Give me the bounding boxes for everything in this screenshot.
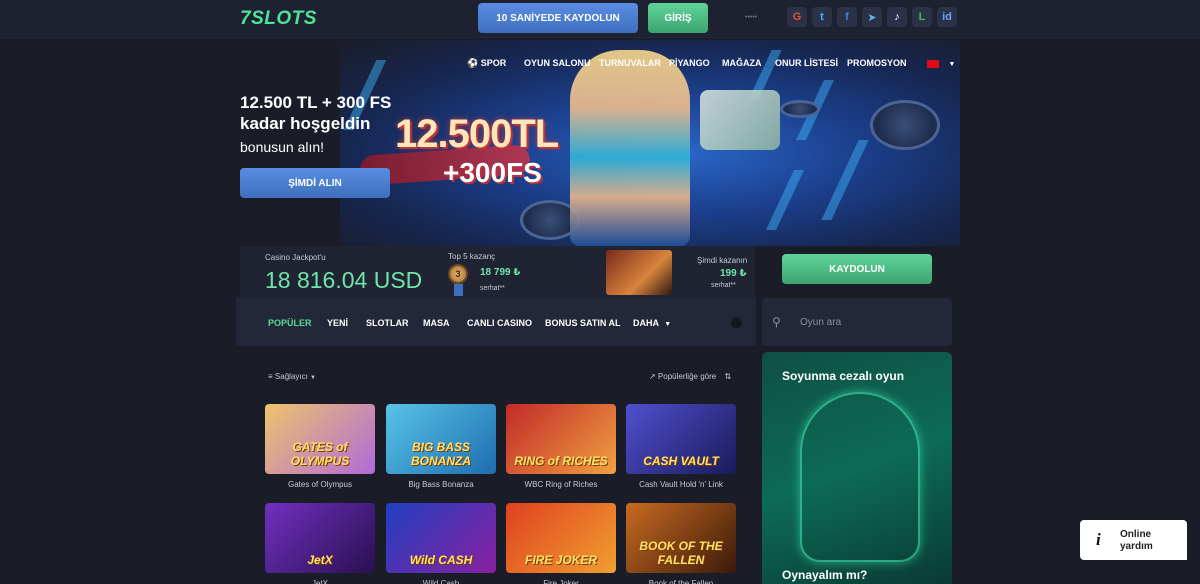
top5-amount: 18 799 ₺ — [480, 267, 521, 278]
top5-user: serhat** — [480, 285, 505, 292]
nav-item-piyango[interactable]: PİYANGO — [669, 58, 710, 68]
tab-populer[interactable]: POPÜLER — [268, 318, 312, 328]
telegram-icon[interactable]: ➤ — [862, 7, 882, 27]
chevron-down-icon: ▼ — [948, 61, 956, 68]
search-icon: ⚲ — [772, 315, 781, 329]
neon-figure-illustration — [800, 392, 920, 562]
login-button[interactable]: GİRİŞ — [648, 3, 708, 33]
yandex-icon[interactable]: id — [937, 7, 957, 27]
game-tile-logo: Wild CASH — [409, 553, 473, 567]
line-icon[interactable]: L — [912, 7, 932, 27]
game-tile[interactable]: JetX — [265, 503, 375, 573]
chevron-down-icon: ▼ — [310, 375, 316, 381]
list-icon: ≡ — [268, 372, 273, 381]
trend-icon: ↗ — [649, 372, 656, 381]
game-tile[interactable]: RING of RICHES — [506, 404, 616, 474]
turkey-flag-icon — [927, 59, 939, 68]
bronze-medal-icon: 3 — [448, 264, 468, 284]
tab-daha[interactable]: DAHA ▼ — [633, 318, 671, 328]
sort-filter[interactable]: ↗ Popülerliğe göre ⇅ — [649, 372, 731, 381]
game-tile-logo: RING of RICHES — [514, 454, 608, 468]
tiktok-icon[interactable]: ♪ — [887, 7, 907, 27]
soccer-ball-icon: ⚽ — [467, 58, 479, 68]
win-now-label: Şimdi kazanın — [697, 256, 748, 265]
register-button[interactable]: 10 SANİYEDE KAYDOLUN — [478, 3, 638, 33]
chevron-down-icon: ▼ — [664, 321, 672, 328]
nav-item-onur-listesi[interactable]: ONUR LİSTESİ — [775, 58, 838, 68]
sort-arrows-icon: ⇅ — [724, 372, 732, 381]
game-name[interactable]: Cash Vault Hold 'n' Link — [626, 480, 736, 489]
game-name[interactable]: WBC Ring of Riches — [506, 480, 616, 489]
tab-slotlar[interactable]: SLOTLAR — [366, 318, 409, 328]
tab-canli-casino[interactable]: CANLI CASINO — [467, 318, 532, 328]
game-tile-logo: FIRE JOKER — [524, 553, 597, 567]
hero-title: 12.500 TL + 300 FS kadar hoşgeldin — [240, 93, 392, 133]
game-tile-logo: BOOK OF THE FALLEN — [639, 539, 723, 567]
info-icon: i — [1096, 530, 1101, 549]
game-tile-logo: GATES of OLYMPUS — [290, 440, 350, 468]
language-dots: ••••• — [745, 14, 758, 21]
hero-subtitle: bonusun alın! — [240, 139, 325, 155]
game-name[interactable]: Fire Joker — [506, 579, 616, 584]
win-now-user: serhat** — [711, 282, 736, 289]
money-stack-icon — [700, 90, 780, 150]
register-side-button[interactable]: KAYDOLUN — [782, 254, 932, 284]
win-now-amount: 199 ₺ — [720, 268, 747, 279]
game-tile[interactable]: BOOK OF THE FALLEN — [626, 503, 736, 573]
game-name[interactable]: Book of the Fallen — [626, 579, 736, 584]
game-tile[interactable]: CASH VAULT — [626, 404, 736, 474]
jackpot-value: 18 816.04 USD — [265, 267, 423, 293]
toggle-dot[interactable] — [731, 317, 742, 328]
promo-title: Soyunma cezalı oyun — [782, 369, 905, 383]
top5-label: Top 5 kazanç — [448, 252, 496, 261]
banner-freespins: +300FS — [443, 157, 542, 188]
tab-masa[interactable]: MASA — [423, 318, 450, 328]
game-name[interactable]: Wild Cash — [386, 579, 496, 584]
nav-item-spor[interactable]: ⚽ SPOR — [467, 58, 506, 69]
twitter-icon[interactable]: t — [812, 7, 832, 27]
medal-ribbon — [454, 284, 463, 296]
game-name[interactable]: Gates of Olympus — [265, 480, 375, 489]
google-icon[interactable]: G — [787, 7, 807, 27]
game-tile[interactable]: GATES of OLYMPUS — [265, 404, 375, 474]
tab-bonus-satin-al[interactable]: BONUS SATIN AL — [545, 318, 621, 328]
recent-win-game-thumbnail[interactable] — [606, 250, 672, 295]
game-tile[interactable]: Wild CASH — [386, 503, 496, 573]
nav-item-oyun-salonu[interactable]: OYUN SALONU — [524, 58, 591, 68]
game-tile[interactable]: BIG BASS BONANZA — [386, 404, 496, 474]
game-tile-logo: BIG BASS BONANZA — [411, 440, 471, 468]
claim-bonus-button[interactable]: ŞİMDİ ALIN — [240, 168, 390, 198]
provider-filter[interactable]: ≡ Sağlayıcı ▼ — [268, 372, 316, 381]
nav-item-turnuvalar[interactable]: TURNUVALAR — [599, 58, 661, 68]
nav-item-promosyon[interactable]: PROMOSYON — [847, 58, 907, 68]
online-help-label: Online yardım — [1120, 529, 1153, 552]
facebook-icon[interactable]: f — [837, 7, 857, 27]
tab-yeni[interactable]: YENİ — [327, 318, 348, 328]
promo-cta[interactable]: Oynayalım mı? — [782, 568, 867, 582]
search-input[interactable] — [800, 313, 940, 331]
nav-item-magaza[interactable]: MAĞAZA — [722, 58, 762, 68]
game-name[interactable]: JetX — [265, 579, 375, 584]
banner-character — [570, 50, 690, 246]
game-tile-logo: JetX — [307, 553, 333, 567]
language-selector[interactable]: ▼ — [927, 58, 955, 68]
site-logo[interactable]: 7SLOTS — [240, 8, 317, 30]
game-tile[interactable]: FIRE JOKER — [506, 503, 616, 573]
jackpot-label: Casino Jackpot'u — [265, 253, 326, 262]
game-name[interactable]: Big Bass Bonanza — [386, 480, 496, 489]
game-tile-logo: CASH VAULT — [643, 454, 719, 468]
